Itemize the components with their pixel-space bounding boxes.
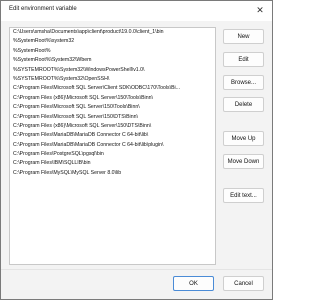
title-bar: Edit environment variable ✕ bbox=[1, 1, 272, 21]
list-item[interactable]: C:\Program Files\MySQL\MySQL Server 8.0\… bbox=[10, 169, 215, 178]
list-item[interactable]: %SystemRoot%\system32 bbox=[10, 37, 215, 46]
list-item[interactable]: C:\Users\smsha\Documents\app\client\prod… bbox=[10, 28, 215, 37]
list-item[interactable]: C:\Program Files\Microsoft SQL Server\15… bbox=[10, 103, 215, 112]
list-item[interactable]: C:\Program Files\MariaDB\MariaDB Connect… bbox=[10, 131, 215, 140]
list-item[interactable]: %SystemRoot%\System32\Wbem bbox=[10, 56, 215, 65]
list-item[interactable]: C:\Program Files\PostgreSQL\pgsql\bin bbox=[10, 150, 215, 159]
new-button[interactable]: New bbox=[223, 29, 264, 44]
list-item[interactable]: C:\Program Files (x86)\Microsoft SQL Ser… bbox=[10, 94, 215, 103]
edit-button[interactable]: Edit bbox=[223, 52, 264, 67]
list-item[interactable]: C:\Program Files\Microsoft SQL Server\Cl… bbox=[10, 84, 215, 93]
delete-button[interactable]: Delete bbox=[223, 97, 264, 112]
list-item[interactable]: C:\Program Files\Microsoft SQL Server\15… bbox=[10, 113, 215, 122]
list-item[interactable]: C:\Program Files\MariaDB\MariaDB Connect… bbox=[10, 141, 215, 150]
footer-divider bbox=[1, 269, 272, 270]
list-item[interactable]: C:\Program Files (x86)\Microsoft SQL Ser… bbox=[10, 122, 215, 131]
close-icon[interactable]: ✕ bbox=[253, 3, 267, 17]
move-up-button[interactable]: Move Up bbox=[223, 131, 264, 146]
ok-button[interactable]: OK bbox=[173, 276, 214, 291]
list-item[interactable]: %SystemRoot% bbox=[10, 47, 215, 56]
path-entries-list[interactable]: C:\Users\smsha\Documents\app\client\prod… bbox=[9, 27, 216, 265]
move-down-button[interactable]: Move Down bbox=[223, 154, 264, 169]
list-item[interactable]: %SYSTEMROOT%\System32\WindowsPowerShell\… bbox=[10, 66, 215, 75]
edit-text-button[interactable]: Edit text... bbox=[223, 188, 264, 203]
list-item[interactable]: C:\Program Files\IBM\SQLLIB\bin bbox=[10, 159, 215, 168]
cancel-button[interactable]: Cancel bbox=[223, 276, 264, 291]
edit-environment-variable-dialog: Edit environment variable ✕ C:\Users\sms… bbox=[0, 0, 273, 300]
dialog-title: Edit environment variable bbox=[9, 6, 77, 12]
browse-button[interactable]: Browse... bbox=[223, 75, 264, 90]
list-item[interactable]: %SYSTEMROOT%\System32\OpenSSH\ bbox=[10, 75, 215, 84]
